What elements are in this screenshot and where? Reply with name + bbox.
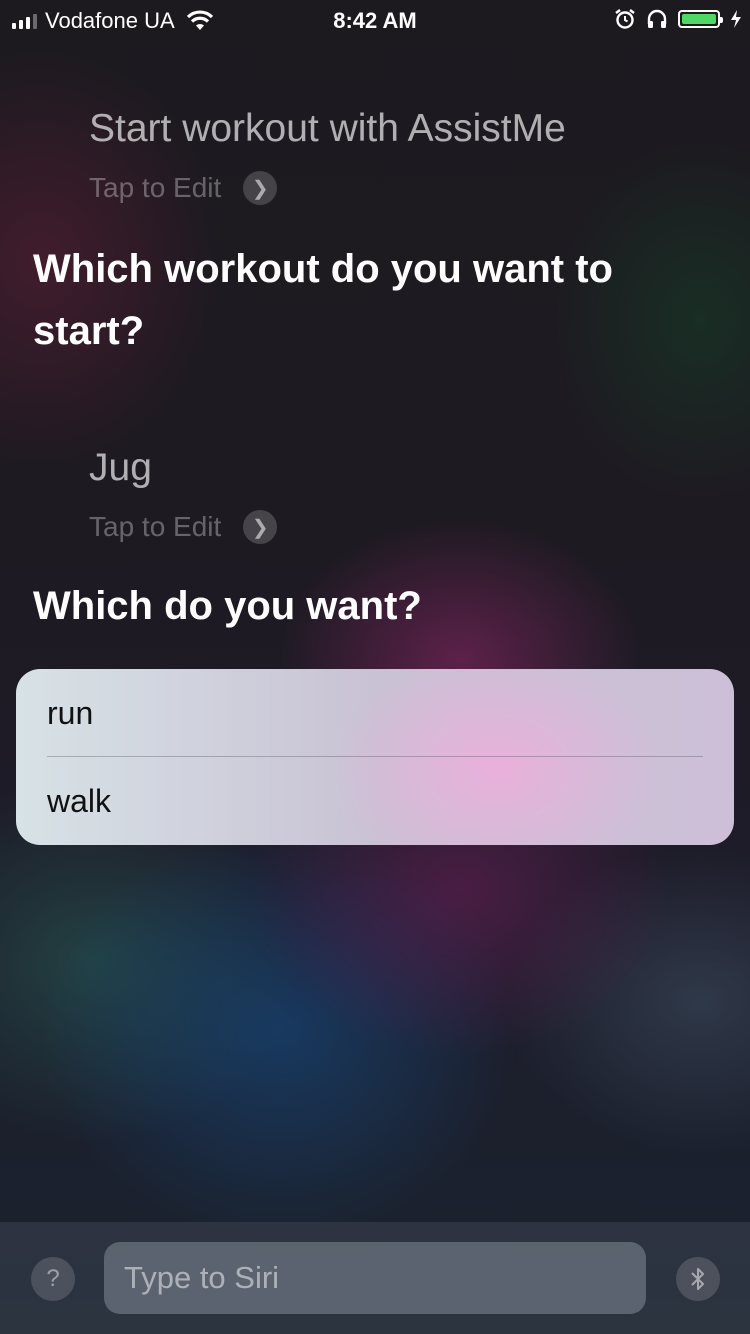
option-run[interactable]: run (47, 695, 93, 732)
headphones-icon (647, 9, 667, 28)
help-button[interactable]: ? (31, 1257, 75, 1301)
battery-fill (682, 14, 716, 24)
options-divider (47, 756, 703, 757)
siri-question-2: Which do you want? (33, 584, 422, 628)
charging-icon (731, 10, 741, 28)
status-right (614, 8, 742, 30)
tap-to-edit-label: Tap to Edit (89, 511, 222, 542)
battery-icon (678, 10, 723, 28)
chevron-right-icon: ❯ (243, 171, 278, 205)
options-list: run walk (16, 669, 734, 845)
siri-bottom-bar: ? (0, 1222, 750, 1334)
alarm-icon (615, 9, 635, 29)
user-utterance-2[interactable]: Jug (89, 446, 152, 490)
bluetooth-icon (691, 1268, 704, 1290)
type-to-siri-input[interactable] (104, 1242, 646, 1314)
bluetooth-button[interactable] (676, 1257, 720, 1301)
siri-question-1: Which workout do you want to start? (33, 247, 613, 353)
tap-to-edit-label: Tap to Edit (89, 172, 222, 203)
chevron-right-icon: ❯ (243, 510, 278, 544)
status-bar: Vodafone UA 8:42 AM (0, 0, 750, 40)
user-utterance-1[interactable]: Start workout with AssistMe (89, 107, 566, 151)
tap-to-edit-2[interactable]: Tap to Edit ❯ (89, 510, 278, 544)
help-icon: ? (46, 1265, 60, 1292)
tap-to-edit-1[interactable]: Tap to Edit ❯ (89, 171, 278, 205)
option-walk[interactable]: walk (47, 783, 111, 820)
